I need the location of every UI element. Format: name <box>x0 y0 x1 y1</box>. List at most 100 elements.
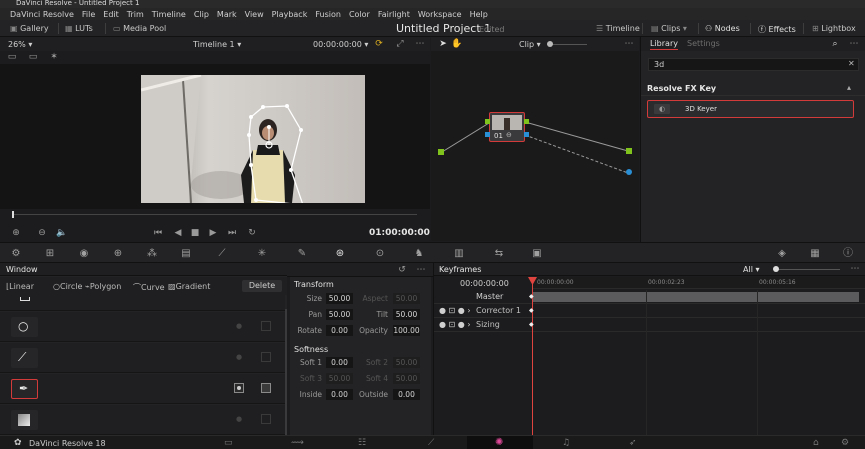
blur-icon[interactable]: ▥ <box>453 248 465 259</box>
timeline-button[interactable]: ☰ Timeline <box>596 24 640 33</box>
track-corrector-toggles[interactable]: ● ⊡ ● › <box>439 306 471 315</box>
menu-edit[interactable]: Edit <box>103 10 119 19</box>
node-zoom-slider[interactable] <box>547 44 587 45</box>
media-pool-button[interactable]: ▭ Media Pool <box>113 24 166 33</box>
library-search-input[interactable]: 3d ✕ <box>648 58 859 71</box>
node-output-port[interactable] <box>524 119 529 124</box>
track-corrector[interactable]: Corrector 1 <box>476 306 521 315</box>
zoom-select[interactable]: 26% ▾ <box>8 40 32 49</box>
menu-view[interactable]: View <box>245 10 264 19</box>
node-key-input-port[interactable] <box>485 132 490 137</box>
soft2-field[interactable]: 50.00 <box>393 357 420 368</box>
keyframe-zoom-slider[interactable] <box>775 269 840 270</box>
go-to-end-icon[interactable]: ⏭ <box>226 228 238 238</box>
fusion-page-icon[interactable]: ⟋ <box>428 438 434 448</box>
menu-mark[interactable]: Mark <box>217 10 237 19</box>
menu-timeline[interactable]: Timeline <box>152 10 186 19</box>
curve-button[interactable]: ⌒Curve <box>133 282 165 293</box>
rgb-mixer-icon[interactable]: ⁂ <box>146 248 158 259</box>
soft4-field[interactable]: 50.00 <box>393 373 420 384</box>
circle-button[interactable]: ○Circle <box>53 282 82 291</box>
track-sizing[interactable]: Sizing <box>476 320 500 329</box>
keyframe-filter-select[interactable]: All ▾ <box>743 265 759 274</box>
aspect-field[interactable]: 50.00 <box>393 293 420 304</box>
settings-gear-icon[interactable]: ⚙ <box>841 438 849 448</box>
effects-button[interactable]: ⓕ Effects <box>758 24 796 35</box>
split-view-icon[interactable]: ▭ <box>27 52 39 62</box>
more-options-icon[interactable]: ⋯ <box>415 265 427 275</box>
track-sizing-toggles[interactable]: ● ⊡ ● › <box>439 320 471 329</box>
invert-toggle[interactable]: ● <box>236 353 242 361</box>
clear-icon[interactable]: ✕ <box>848 59 855 68</box>
scrub-handle[interactable] <box>12 211 14 218</box>
inside-field[interactable]: 0.00 <box>326 389 353 400</box>
info-icon[interactable]: ⓘ <box>842 248 854 259</box>
step-back-icon[interactable]: ◀ <box>172 228 184 238</box>
go-to-start-icon[interactable]: ⏮ <box>152 228 164 238</box>
qualifier-icon[interactable]: ✎ <box>296 248 308 259</box>
nodes-button[interactable]: ⚇ Nodes <box>705 24 740 33</box>
menu-file[interactable]: File <box>82 10 95 19</box>
keyframe-zoom-handle[interactable] <box>773 266 779 272</box>
invert-toggle[interactable]: ● <box>236 322 242 330</box>
gang-icon[interactable]: ⊖ <box>36 228 48 238</box>
highlight-icon[interactable]: ✶ <box>48 52 60 62</box>
menu-fairlight[interactable]: Fairlight <box>378 10 410 19</box>
reset-icon[interactable]: ↺ <box>396 265 408 275</box>
keyframe-playhead[interactable] <box>532 277 533 435</box>
color-match-icon[interactable]: ⊞ <box>44 248 56 259</box>
luts-button[interactable]: ▦ LUTs <box>65 24 93 33</box>
color-wheels-icon[interactable]: ◉ <box>78 248 90 259</box>
master-track-bar[interactable] <box>532 292 859 302</box>
mask-toggle[interactable] <box>261 321 271 331</box>
color-page-tab[interactable]: ✺ <box>467 436 533 449</box>
delete-button[interactable]: Delete <box>242 280 282 292</box>
menu-help[interactable]: Help <box>470 10 488 19</box>
loop-playback-icon[interactable]: ↻ <box>246 228 258 238</box>
gallery-button[interactable]: ▣ Gallery <box>10 24 49 33</box>
soft3-field[interactable]: 50.00 <box>326 373 353 384</box>
search-icon[interactable]: ⌕ <box>829 39 841 49</box>
library-section-header[interactable]: Resolve FX Key ▴ <box>641 82 865 96</box>
gradient-button[interactable]: ▨Gradient <box>168 282 210 291</box>
cut-page-icon[interactable]: ⟿ <box>291 438 304 448</box>
camera-raw-icon[interactable]: ⚙ <box>10 248 22 259</box>
curves-icon[interactable]: ⟋ <box>216 248 228 259</box>
more-options-icon[interactable]: ⋯ <box>623 39 635 49</box>
menu-trim[interactable]: Trim <box>127 10 144 19</box>
keyframe-marker[interactable]: ◆ <box>529 307 534 314</box>
linear-button[interactable]: ⌊Linear <box>6 282 34 291</box>
stop-icon[interactable]: ■ <box>189 228 201 238</box>
menu-workspace[interactable]: Workspace <box>418 10 462 19</box>
keyframe-marker[interactable]: ◆ <box>529 321 534 328</box>
loop-icon[interactable]: ⟳ <box>373 39 385 49</box>
hdr-icon[interactable]: ⊕ <box>112 248 124 259</box>
invert-toggle[interactable]: ● <box>236 415 242 423</box>
effect-3d-keyer[interactable]: ◐ 3D Keyer <box>647 100 854 118</box>
outside-field[interactable]: 0.00 <box>393 389 420 400</box>
menu-davinci[interactable]: DaVinci Resolve <box>10 10 74 19</box>
viewer-options-icon[interactable]: ⊕ <box>10 228 22 238</box>
tab-library[interactable]: Library <box>650 39 678 50</box>
mask-toggle[interactable] <box>261 414 271 424</box>
invert-toggle[interactable] <box>234 383 244 393</box>
menu-color[interactable]: Color <box>349 10 370 19</box>
tab-settings[interactable]: Settings <box>687 39 720 48</box>
volume-icon[interactable]: 🔈 <box>56 228 68 238</box>
3d-icon[interactable]: ◈ <box>776 248 788 259</box>
window-row-curve[interactable]: ✒ <box>0 374 285 404</box>
scopes-icon[interactable]: ▦ <box>809 248 821 259</box>
pointer-icon[interactable]: ➤ <box>437 39 449 49</box>
rotate-field[interactable]: 0.00 <box>326 325 353 336</box>
more-options-icon[interactable]: ⋯ <box>414 39 426 49</box>
menu-clip[interactable]: Clip <box>194 10 209 19</box>
window-row-circle[interactable]: ○ ● <box>0 312 285 342</box>
tracker-icon[interactable]: ⊙ <box>374 248 386 259</box>
magic-mask-icon[interactable]: ♞ <box>413 248 425 259</box>
deliver-page-icon[interactable]: ➶ <box>629 438 637 448</box>
sizing-icon[interactable]: ▣ <box>531 248 543 259</box>
media-page-icon[interactable]: ▭ <box>224 438 233 448</box>
menu-fusion[interactable]: Fusion <box>315 10 341 19</box>
node-key-output-port[interactable] <box>524 132 529 137</box>
video-frame[interactable] <box>141 75 365 203</box>
